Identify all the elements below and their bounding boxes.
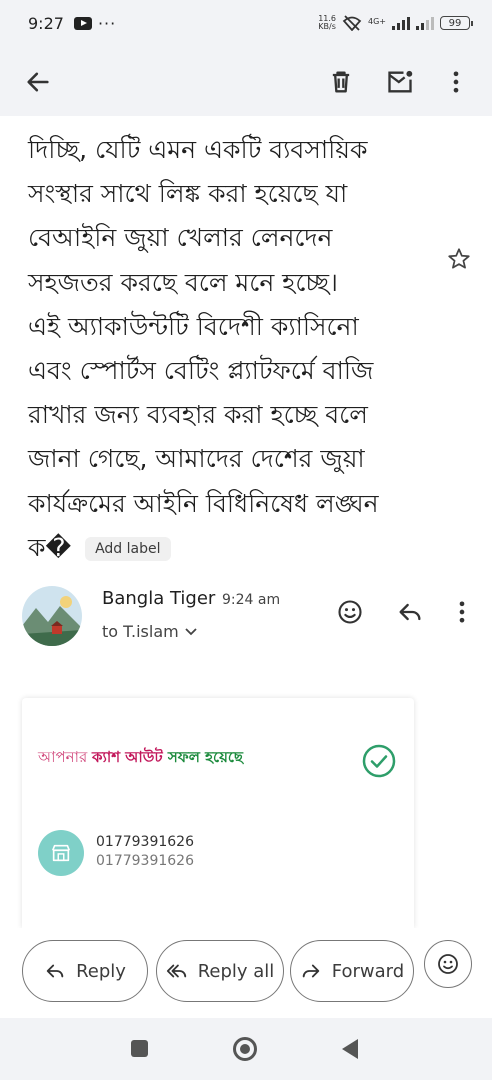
card-title-highlight: ক্যাশ আউট [92, 748, 163, 766]
account-number-secondary: 01779391626 [96, 853, 194, 869]
app-bar [0, 46, 492, 116]
email-body: দিচ্ছি, যেটি এমন একটি ব্যবসায়িক সংস্থার… [28, 128, 438, 570]
reply-button[interactable]: Reply [22, 940, 148, 1002]
more-notifications-icon: ··· [97, 13, 117, 33]
body-last-text: ক� [28, 532, 72, 562]
add-label-button[interactable]: Add label [85, 536, 171, 561]
body-line: এই অ্যাকাউন্টটি বিদেশী ক্যাসিনো [28, 311, 359, 341]
reply-all-button[interactable]: Reply all [156, 940, 284, 1002]
wifi-off-icon [342, 15, 362, 31]
body-line: এবং স্পোর্টস বেটিং প্ল্যাটফর্মে বাজি [28, 356, 374, 386]
store-glyph-icon [51, 844, 71, 862]
net-speed: 11.6 KB/s [318, 15, 336, 31]
avatar-landscape-icon [22, 586, 82, 646]
back-arrow-icon[interactable] [24, 68, 52, 96]
avatar[interactable] [22, 586, 82, 646]
status-bar: 9:27 ··· 11.6 KB/s 4G+ 99 [0, 0, 492, 46]
body-line: রাখার জন্য ব্যবহার করা হচ্ছে বলে [28, 400, 368, 430]
sender-time: 9:24 am [222, 592, 281, 608]
transaction-card: আপনার ক্যাশ আউট সফল হয়েছে 01779391626 0… [22, 698, 414, 928]
body-line: কার্যক্রমের আইনি বিধিনিষেধ লঙ্ঘন [28, 488, 379, 518]
emoji-icon[interactable] [336, 598, 364, 626]
reply-bar: Reply Reply all Forward [0, 928, 492, 1024]
signal-icon [392, 16, 410, 30]
star-icon[interactable] [446, 246, 472, 272]
reply-all-label: Reply all [197, 960, 275, 982]
home-button[interactable] [233, 1037, 257, 1061]
more-vert-icon[interactable] [448, 598, 476, 626]
forward-label: Forward [331, 960, 405, 982]
body-line: সংস্থার সাথে লিঙ্ক করা হয়েছে যা [28, 179, 348, 209]
signal-2-icon [416, 16, 434, 30]
card-title-status: সফল হয়েছে [162, 748, 244, 766]
forward-button[interactable]: Forward [290, 940, 414, 1002]
body-line: জানা গেছে, আমাদের দেশের জুয়া [28, 444, 365, 474]
shop-icon [38, 830, 84, 876]
body-line: দিচ্ছি, যেটি এমন একটি ব্যবসায়িক [28, 135, 368, 164]
body-last-line: ক� Add label [28, 526, 438, 570]
recents-button[interactable] [131, 1040, 148, 1057]
recipient-toggle[interactable]: to T.islam [102, 622, 197, 641]
battery-level: 99 [448, 17, 462, 29]
more-vert-icon[interactable] [442, 68, 470, 96]
account-number: 01779391626 [96, 834, 194, 850]
body-line: বেআইনি জুয়া খেলার লেনদেন [28, 223, 333, 253]
status-time: 9:27 [28, 13, 64, 33]
system-nav-bar [0, 1018, 492, 1080]
reply-icon[interactable] [396, 598, 424, 626]
chevron-down-icon [185, 627, 197, 635]
status-icons: 11.6 KB/s 4G+ 99 [318, 15, 473, 31]
reply-label: Reply [76, 960, 126, 982]
reply-all-icon [166, 964, 186, 978]
forward-icon [302, 964, 320, 978]
sender-name: Bangla Tiger [102, 588, 216, 609]
delete-icon[interactable] [327, 68, 355, 96]
reply-icon [46, 964, 64, 978]
mark-unread-icon[interactable] [386, 68, 414, 96]
check-circle-icon [362, 744, 396, 778]
body-line: সহজতর করছে বলে মনে হচ্ছে। [28, 267, 338, 297]
battery-icon: 99 [440, 16, 473, 30]
system-back-button[interactable] [342, 1039, 358, 1059]
recipient-text: to T.islam [102, 622, 179, 641]
youtube-notification-icon [73, 16, 92, 30]
card-title: আপনার ক্যাশ আউট সফল হয়েছে [38, 746, 243, 771]
network-type: 4G+ [368, 17, 386, 26]
emoji-reaction-button[interactable] [424, 940, 472, 988]
card-title-prefix: আপনার [38, 748, 93, 766]
emoji-icon [438, 954, 458, 974]
net-speed-unit: KB/s [318, 22, 336, 31]
